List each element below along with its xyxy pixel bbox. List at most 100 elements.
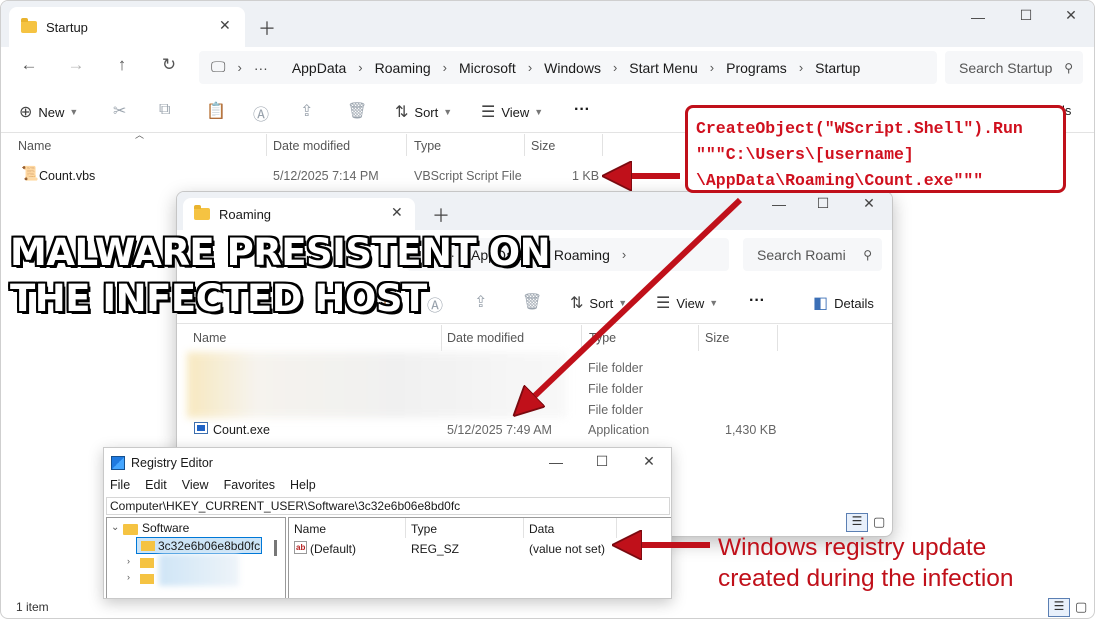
crumb-microsoft[interactable]: Microsoft [459,60,516,76]
file-row-count-vbs[interactable]: 📜 Count.vbs 5/12/2025 7:14 PM VBScript S… [1,161,641,191]
up-icon[interactable]: ↑ [110,55,134,75]
close-tab-icon[interactable]: ✕ [219,17,231,34]
folder-icon [140,558,154,568]
menu-favorites[interactable]: Favorites [224,478,275,496]
col-data[interactable]: Data [529,522,554,536]
regedit-address-bar[interactable]: Computer\HKEY_CURRENT_USER\Software\3c32… [106,497,670,515]
menu-help[interactable]: Help [290,478,316,496]
close-window-icon[interactable]: ✕ [1056,7,1086,24]
new-tab-icon[interactable]: ＋ [258,15,276,41]
col-divider[interactable] [698,325,699,351]
crumb-roaming[interactable]: Roaming [375,60,431,76]
minimize-icon[interactable]: — [541,454,571,470]
tree-node-selected-key[interactable]: 3c32e6b06e8bd0fc [136,537,262,554]
view-button[interactable]: ☰ View ▼ [481,102,543,122]
view-icon: ☰ [656,295,671,312]
new-tab-icon[interactable]: ＋ [432,202,450,228]
maximize-icon[interactable]: ☐ [587,453,617,470]
crumb-roaming[interactable]: Roaming [554,247,610,263]
menu-edit[interactable]: Edit [145,478,167,496]
details-view-icon[interactable]: ☰ [1048,598,1070,617]
registry-value-row[interactable]: ab (Default) REG_SZ (value not set) [289,540,671,558]
tiles-view-icon[interactable]: ▢ [873,514,885,530]
col-divider[interactable] [523,518,524,538]
maximize-icon[interactable]: ☐ [808,195,838,212]
col-type[interactable]: Type [414,139,441,153]
folder-icon [141,541,155,551]
more-options-icon[interactable]: ··· [749,292,765,310]
expand-chevron-icon[interactable]: › [127,556,130,566]
forward-icon[interactable]: → [64,55,88,75]
col-size[interactable]: Size [705,331,729,345]
tab-roaming[interactable]: Roaming ✕ [183,198,415,230]
sort-label: Sort [414,104,439,120]
share-icon[interactable]: ⇪ [300,101,313,121]
paste-icon[interactable]: 📋 [206,101,226,121]
menu-view[interactable]: View [182,478,209,496]
collapse-chevron-icon[interactable]: ⌄ [111,522,119,533]
file-date: 5/12/2025 7:49 AM [447,423,552,437]
folder-icon [140,574,154,584]
tree-node-software[interactable]: Software [142,521,189,535]
startup-address-bar[interactable]: 🖵 › ··· AppData › Roaming › Microsoft › … [199,51,937,84]
col-divider[interactable] [581,325,582,351]
cut-icon[interactable]: ✂ [113,101,126,121]
crumb-appdata[interactable]: AppData [292,60,346,76]
folder-row-type[interactable]: File folder [588,361,643,375]
refresh-icon[interactable]: ↻ [157,55,181,75]
col-name[interactable]: Name [193,331,226,345]
col-date-modified[interactable]: Date modified [273,139,350,153]
crumb-windows[interactable]: Windows [544,60,601,76]
col-divider[interactable] [616,518,617,538]
file-date: 5/12/2025 7:14 PM [273,169,379,183]
new-label: New [38,104,65,120]
details-view-icon[interactable]: ☰ [846,513,868,532]
new-button[interactable]: ⊕ New ▼ [19,102,78,122]
tree-scrollbar[interactable] [274,540,277,556]
crumb-start-menu[interactable]: Start Menu [629,60,697,76]
details-button[interactable]: ◧ Details [813,293,874,313]
tab-startup[interactable]: Startup ✕ [9,7,245,47]
sort-icon: ⇅ [570,295,584,312]
crumb-programs[interactable]: Programs [726,60,787,76]
file-type: Application [588,423,650,437]
col-divider[interactable] [602,134,603,156]
tiles-view-icon[interactable]: ▢ [1075,599,1087,615]
minimize-icon[interactable]: — [764,196,794,212]
rename-icon[interactable]: Ⓐ [253,101,269,125]
col-size[interactable]: Size [531,139,555,153]
crumb-startup[interactable]: Startup [815,60,860,76]
view-button[interactable]: ☰ View ▼ [656,293,718,313]
close-tab-icon[interactable]: ✕ [391,204,403,221]
folder-row-type[interactable]: File folder [588,382,643,396]
delete-icon[interactable]: 🗑 [347,101,367,121]
back-icon[interactable]: ← [17,55,41,75]
close-window-icon[interactable]: ✕ [854,195,884,212]
col-divider[interactable] [524,134,525,156]
col-type[interactable]: Type [411,522,437,536]
maximize-icon[interactable]: ☐ [1011,7,1041,24]
folder-row-type[interactable]: File folder [588,403,643,417]
sort-button[interactable]: ⇅ Sort ▼ [395,102,452,122]
expand-chevron-icon[interactable]: › [127,572,130,582]
col-divider[interactable] [406,134,407,156]
startup-nav-row: ← → ↑ ↻ 🖵 › ··· AppData › Roaming › Micr… [1,47,1094,89]
col-name[interactable]: Name [18,139,51,153]
minimize-icon[interactable]: — [963,9,993,25]
crumb-ellipsis[interactable]: ··· [254,60,268,76]
col-divider[interactable] [777,325,778,351]
col-type[interactable]: Type [589,331,616,345]
search-roaming-input[interactable]: Search Roami ⚲ [743,238,882,271]
menu-file[interactable]: File [110,478,130,496]
copy-icon[interactable]: ⧉ [159,101,170,119]
col-name[interactable]: Name [294,522,326,536]
col-divider[interactable] [266,134,267,156]
close-window-icon[interactable]: ✕ [634,453,664,470]
file-row-count-exe[interactable]: Count.exe 5/12/2025 7:49 AM Application … [177,418,817,442]
col-date-modified[interactable]: Date modified [447,331,524,345]
col-divider[interactable] [441,325,442,351]
sort-button[interactable]: ⇅ Sort ▼ [570,293,627,313]
search-startup-input[interactable]: Search Startup ⚲ [945,51,1083,84]
more-options-icon[interactable]: ··· [574,101,590,119]
col-divider[interactable] [405,518,406,538]
